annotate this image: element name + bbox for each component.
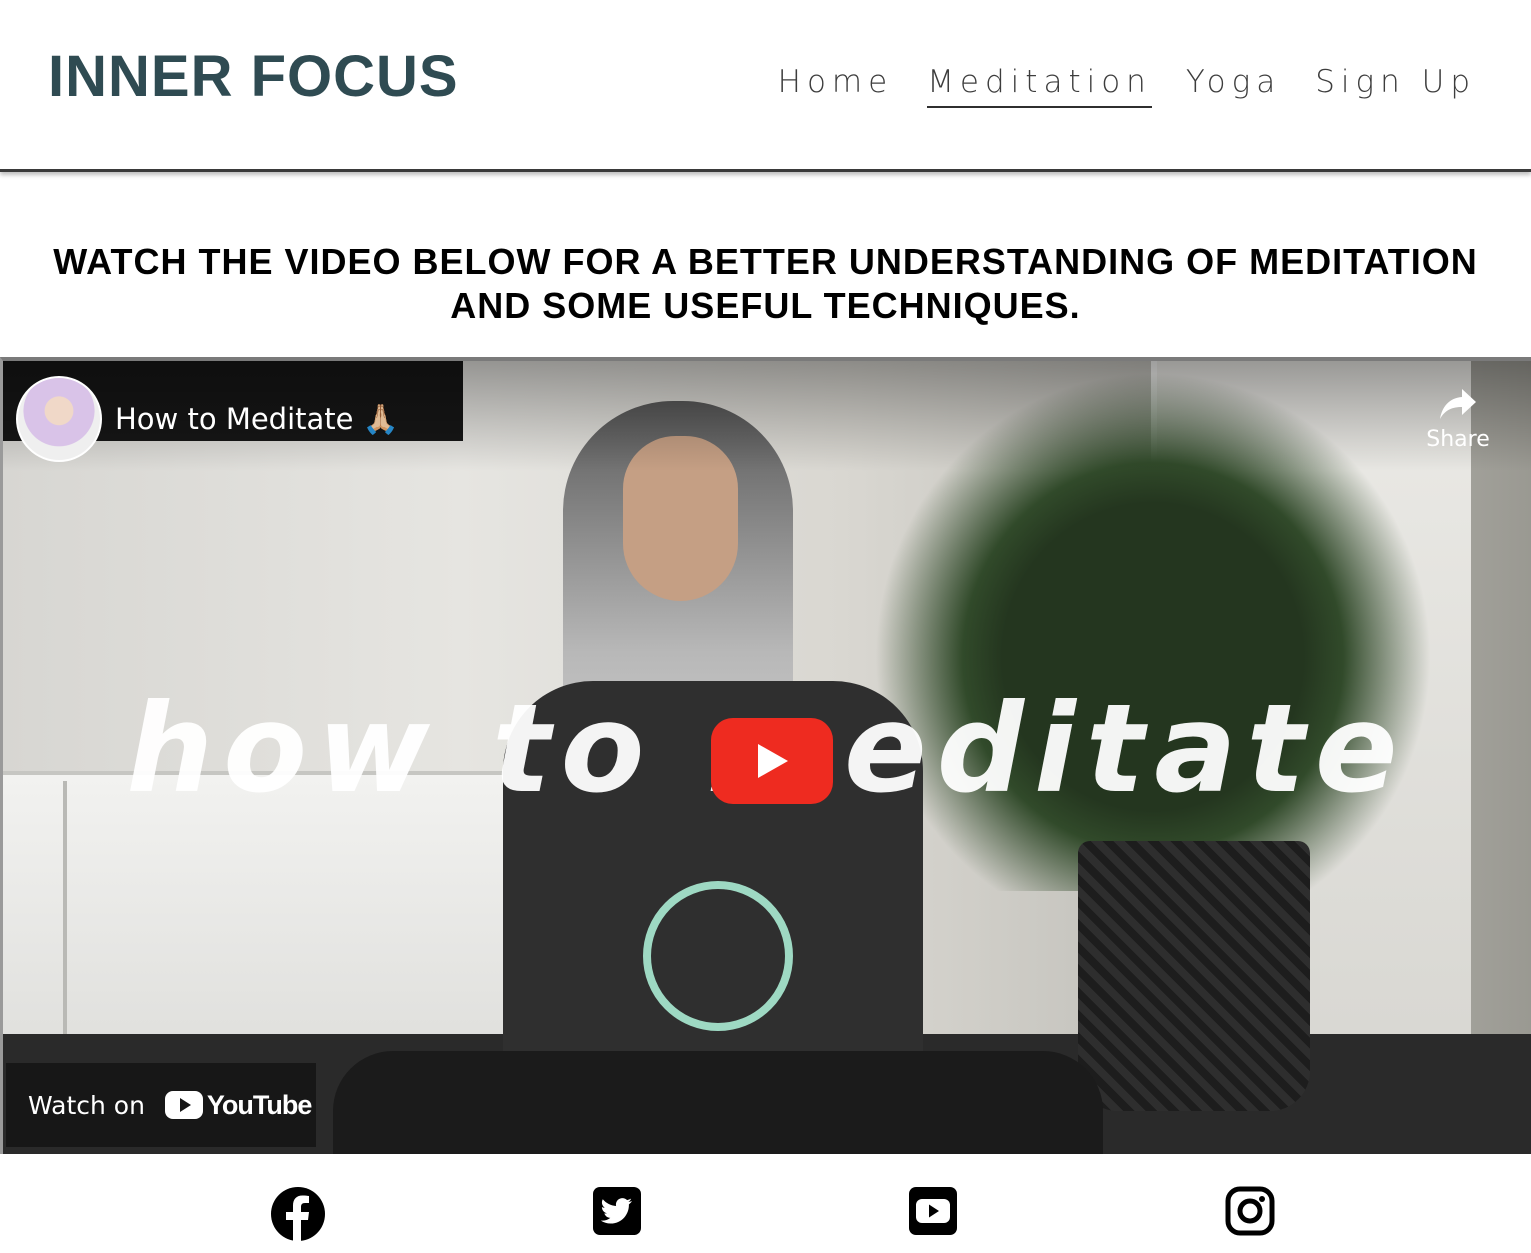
nav-home[interactable]: Home	[778, 62, 894, 108]
nav-meditation[interactable]: Meditation	[927, 62, 1152, 108]
main-nav: Home Meditation Yoga Sign Up	[778, 62, 1476, 108]
video-scene-person-legs	[333, 1051, 1103, 1154]
instagram-icon	[1225, 1186, 1275, 1236]
twitter-link[interactable]	[592, 1186, 648, 1242]
youtube-wordmark: YouTube	[206, 1089, 312, 1120]
share-icon	[1440, 389, 1476, 419]
video-title[interactable]: How to Meditate 🙏🏼	[115, 399, 399, 439]
video-scene-shirt-graphic	[643, 881, 793, 1031]
brand-logo[interactable]: INNER FOCUS	[48, 42, 459, 112]
twitter-icon	[593, 1187, 641, 1235]
watch-on-youtube-button[interactable]: Watch on YouTube	[6, 1063, 316, 1147]
play-icon	[758, 744, 788, 778]
play-button[interactable]	[711, 718, 833, 804]
share-label: Share	[1426, 427, 1490, 452]
nav-yoga[interactable]: Yoga	[1186, 62, 1281, 108]
social-links	[0, 1160, 1531, 1253]
watch-on-label: Watch on	[28, 1090, 145, 1120]
facebook-icon	[271, 1187, 325, 1242]
video-scene-cabinet-door	[63, 781, 67, 1061]
intro-line-2: AND SOME USEFUL TECHNIQUES.	[450, 285, 1081, 326]
youtube-link[interactable]	[908, 1186, 964, 1242]
video-embed[interactable]: how to meditate How to Meditate 🙏🏼 Share…	[0, 357, 1531, 1154]
youtube-icon	[909, 1187, 957, 1235]
intro-heading: WATCH THE VIDEO BELOW FOR A BETTER UNDER…	[0, 240, 1531, 328]
site-header: INNER FOCUS Home Meditation Yoga Sign Up	[0, 0, 1531, 172]
youtube-logo: YouTube	[164, 1089, 312, 1121]
nav-sign-up[interactable]: Sign Up	[1315, 62, 1476, 108]
intro-line-1: WATCH THE VIDEO BELOW FOR A BETTER UNDER…	[53, 241, 1478, 282]
channel-avatar[interactable]	[16, 376, 102, 462]
youtube-play-icon	[164, 1091, 203, 1119]
facebook-link[interactable]	[270, 1186, 326, 1242]
instagram-link[interactable]	[1225, 1186, 1281, 1242]
share-button[interactable]: Share	[1423, 387, 1493, 452]
video-scene-plant-pot	[1078, 841, 1310, 1111]
